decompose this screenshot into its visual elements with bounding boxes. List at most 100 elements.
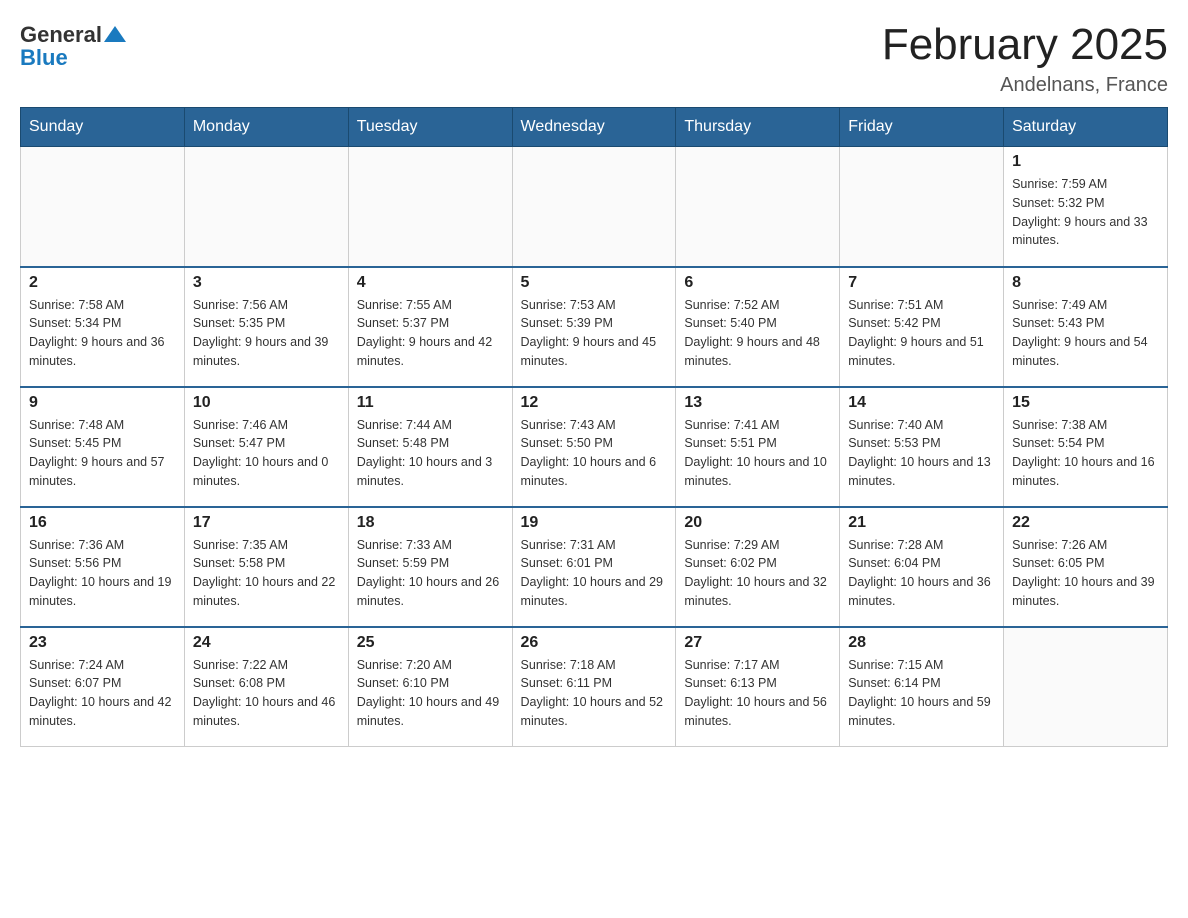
day-number: 19	[521, 514, 668, 532]
calendar-day-header: Monday	[184, 108, 348, 147]
calendar-day-cell: 23 Sunrise: 7:24 AM Sunset: 6:07 PM Dayli…	[21, 627, 185, 747]
day-info: Sunrise: 7:35 AM Sunset: 5:58 PM Dayligh…	[193, 536, 340, 611]
day-number: 7	[848, 274, 995, 292]
calendar-day-cell: 28 Sunrise: 7:15 AM Sunset: 6:14 PM Dayli…	[840, 627, 1004, 747]
day-info: Sunrise: 7:40 AM Sunset: 5:53 PM Dayligh…	[848, 416, 995, 491]
day-info: Sunrise: 7:46 AM Sunset: 5:47 PM Dayligh…	[193, 416, 340, 491]
day-info: Sunrise: 7:20 AM Sunset: 6:10 PM Dayligh…	[357, 656, 504, 731]
day-number: 12	[521, 394, 668, 412]
day-number: 8	[1012, 274, 1159, 292]
calendar-day-cell	[21, 147, 185, 267]
calendar-day-cell	[348, 147, 512, 267]
calendar-day-header: Sunday	[21, 108, 185, 147]
day-info: Sunrise: 7:51 AM Sunset: 5:42 PM Dayligh…	[848, 296, 995, 371]
day-number: 14	[848, 394, 995, 412]
calendar-day-cell: 10 Sunrise: 7:46 AM Sunset: 5:47 PM Dayli…	[184, 387, 348, 507]
calendar-day-cell: 16Sunrise: 7:36 AM Sunset: 5:56 PM Dayli…	[21, 507, 185, 627]
day-number: 15	[1012, 394, 1159, 412]
day-number: 4	[357, 274, 504, 292]
calendar-day-cell	[676, 147, 840, 267]
day-number: 16	[29, 514, 176, 532]
day-number: 10	[193, 394, 340, 412]
day-number: 24	[193, 634, 340, 652]
calendar-day-cell: 17 Sunrise: 7:35 AM Sunset: 5:58 PM Dayli…	[184, 507, 348, 627]
day-info: Sunrise: 7:15 AM Sunset: 6:14 PM Dayligh…	[848, 656, 995, 731]
calendar-day-cell: 21 Sunrise: 7:28 AM Sunset: 6:04 PM Dayli…	[840, 507, 1004, 627]
day-info: Sunrise: 7:53 AM Sunset: 5:39 PM Dayligh…	[521, 296, 668, 371]
logo: General Blue	[20, 20, 126, 71]
calendar-day-cell: 6 Sunrise: 7:52 AM Sunset: 5:40 PM Daylig…	[676, 267, 840, 387]
calendar-day-cell: 27Sunrise: 7:17 AM Sunset: 6:13 PM Dayli…	[676, 627, 840, 747]
calendar-day-cell: 20 Sunrise: 7:29 AM Sunset: 6:02 PM Dayli…	[676, 507, 840, 627]
calendar-day-cell: 19 Sunrise: 7:31 AM Sunset: 6:01 PM Dayli…	[512, 507, 676, 627]
calendar-week-row: 1 Sunrise: 7:59 AM Sunset: 5:32 PM Daylig…	[21, 147, 1168, 267]
calendar-day-cell: 9 Sunrise: 7:48 AM Sunset: 5:45 PM Daylig…	[21, 387, 185, 507]
day-number: 20	[684, 514, 831, 532]
day-number: 21	[848, 514, 995, 532]
day-info: Sunrise: 7:43 AM Sunset: 5:50 PM Dayligh…	[521, 416, 668, 491]
calendar-header-row: SundayMondayTuesdayWednesdayThursdayFrid…	[21, 108, 1168, 147]
day-info: Sunrise: 7:55 AM Sunset: 5:37 PM Dayligh…	[357, 296, 504, 371]
calendar-day-cell: 26 Sunrise: 7:18 AM Sunset: 6:11 PM Dayli…	[512, 627, 676, 747]
day-number: 11	[357, 394, 504, 412]
day-info: Sunrise: 7:18 AM Sunset: 6:11 PM Dayligh…	[521, 656, 668, 731]
calendar-day-cell: 12 Sunrise: 7:43 AM Sunset: 5:50 PM Dayli…	[512, 387, 676, 507]
day-number: 17	[193, 514, 340, 532]
page-header: General Blue February 2025 Andelnans, Fr…	[20, 20, 1168, 97]
day-number: 18	[357, 514, 504, 532]
day-number: 26	[521, 634, 668, 652]
calendar-day-cell: 25 Sunrise: 7:20 AM Sunset: 6:10 PM Dayli…	[348, 627, 512, 747]
calendar-day-cell: 8 Sunrise: 7:49 AM Sunset: 5:43 PM Daylig…	[1004, 267, 1168, 387]
logo-triangle-icon	[104, 24, 126, 44]
calendar-day-cell: 15Sunrise: 7:38 AM Sunset: 5:54 PM Dayli…	[1004, 387, 1168, 507]
calendar-table: SundayMondayTuesdayWednesdayThursdayFrid…	[20, 107, 1168, 747]
calendar-day-header: Friday	[840, 108, 1004, 147]
day-number: 2	[29, 274, 176, 292]
day-number: 1	[1012, 153, 1159, 171]
day-number: 5	[521, 274, 668, 292]
day-info: Sunrise: 7:52 AM Sunset: 5:40 PM Dayligh…	[684, 296, 831, 371]
calendar-week-row: 2 Sunrise: 7:58 AM Sunset: 5:34 PM Daylig…	[21, 267, 1168, 387]
calendar-day-cell: 24Sunrise: 7:22 AM Sunset: 6:08 PM Dayli…	[184, 627, 348, 747]
day-info: Sunrise: 7:48 AM Sunset: 5:45 PM Dayligh…	[29, 416, 176, 491]
day-info: Sunrise: 7:59 AM Sunset: 5:32 PM Dayligh…	[1012, 175, 1159, 250]
calendar-day-cell	[512, 147, 676, 267]
calendar-day-cell: 2 Sunrise: 7:58 AM Sunset: 5:34 PM Daylig…	[21, 267, 185, 387]
calendar-day-cell: 7 Sunrise: 7:51 AM Sunset: 5:42 PM Daylig…	[840, 267, 1004, 387]
calendar-day-cell: 18Sunrise: 7:33 AM Sunset: 5:59 PM Dayli…	[348, 507, 512, 627]
day-number: 25	[357, 634, 504, 652]
day-info: Sunrise: 7:58 AM Sunset: 5:34 PM Dayligh…	[29, 296, 176, 371]
day-number: 9	[29, 394, 176, 412]
calendar-day-cell	[184, 147, 348, 267]
day-number: 23	[29, 634, 176, 652]
day-info: Sunrise: 7:24 AM Sunset: 6:07 PM Dayligh…	[29, 656, 176, 731]
day-info: Sunrise: 7:17 AM Sunset: 6:13 PM Dayligh…	[684, 656, 831, 731]
day-number: 6	[684, 274, 831, 292]
calendar-day-header: Wednesday	[512, 108, 676, 147]
calendar-day-cell: 22Sunrise: 7:26 AM Sunset: 6:05 PM Dayli…	[1004, 507, 1168, 627]
day-info: Sunrise: 7:41 AM Sunset: 5:51 PM Dayligh…	[684, 416, 831, 491]
calendar-week-row: 23 Sunrise: 7:24 AM Sunset: 6:07 PM Dayli…	[21, 627, 1168, 747]
calendar-day-cell: 13Sunrise: 7:41 AM Sunset: 5:51 PM Dayli…	[676, 387, 840, 507]
day-info: Sunrise: 7:29 AM Sunset: 6:02 PM Dayligh…	[684, 536, 831, 611]
day-number: 28	[848, 634, 995, 652]
title-section: February 2025 Andelnans, France	[882, 20, 1168, 97]
calendar-day-cell: 1 Sunrise: 7:59 AM Sunset: 5:32 PM Daylig…	[1004, 147, 1168, 267]
calendar-week-row: 16Sunrise: 7:36 AM Sunset: 5:56 PM Dayli…	[21, 507, 1168, 627]
calendar-day-cell: 11Sunrise: 7:44 AM Sunset: 5:48 PM Dayli…	[348, 387, 512, 507]
logo-text-general: General	[20, 22, 102, 48]
day-info: Sunrise: 7:49 AM Sunset: 5:43 PM Dayligh…	[1012, 296, 1159, 371]
calendar-day-header: Tuesday	[348, 108, 512, 147]
location: Andelnans, France	[882, 74, 1168, 97]
month-title: February 2025	[882, 20, 1168, 70]
logo-text-blue: Blue	[20, 45, 68, 71]
day-info: Sunrise: 7:26 AM Sunset: 6:05 PM Dayligh…	[1012, 536, 1159, 611]
day-info: Sunrise: 7:31 AM Sunset: 6:01 PM Dayligh…	[521, 536, 668, 611]
calendar-day-header: Saturday	[1004, 108, 1168, 147]
day-info: Sunrise: 7:56 AM Sunset: 5:35 PM Dayligh…	[193, 296, 340, 371]
calendar-day-cell	[840, 147, 1004, 267]
day-info: Sunrise: 7:28 AM Sunset: 6:04 PM Dayligh…	[848, 536, 995, 611]
calendar-day-cell: 3Sunrise: 7:56 AM Sunset: 5:35 PM Daylig…	[184, 267, 348, 387]
calendar-day-cell: 5 Sunrise: 7:53 AM Sunset: 5:39 PM Daylig…	[512, 267, 676, 387]
calendar-day-header: Thursday	[676, 108, 840, 147]
